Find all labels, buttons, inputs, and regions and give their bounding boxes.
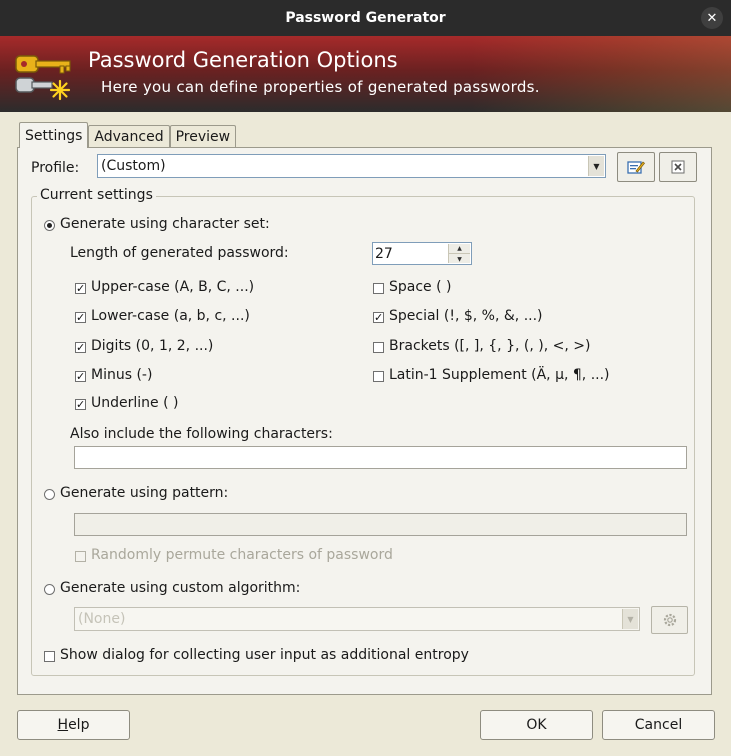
special-checkbox[interactable]: ✓	[373, 312, 384, 323]
custom-algorithm-dropdown[interactable]: (None) ▼	[74, 607, 640, 631]
uppercase-label[interactable]: Upper-case (A, B, C, ...)	[91, 279, 254, 295]
latin1-checkbox[interactable]	[373, 371, 384, 382]
pattern-radio[interactable]	[44, 489, 55, 500]
profile-dropdown[interactable]: (Custom) ▼	[97, 154, 606, 178]
save-profile-button[interactable]	[617, 152, 655, 182]
latin1-label[interactable]: Latin-1 Supplement (Ä, µ, ¶, ...)	[389, 367, 610, 383]
also-include-label: Also include the following characters:	[70, 426, 333, 442]
charset-radio[interactable]	[44, 220, 55, 231]
title-bar: Password Generator ✕	[0, 0, 731, 36]
custom-algorithm-label[interactable]: Generate using custom algorithm:	[60, 580, 300, 596]
ok-button-label: OK	[526, 717, 547, 733]
close-icon: ✕	[706, 10, 718, 26]
gear-icon	[663, 613, 676, 627]
space-checkbox[interactable]	[373, 283, 384, 294]
digits-checkbox[interactable]: ✓	[75, 342, 86, 353]
dropdown-arrow-icon[interactable]: ▼	[588, 156, 604, 176]
minus-label[interactable]: Minus (-)	[91, 367, 152, 383]
profile-label: Profile:	[31, 160, 80, 176]
underline-checkbox[interactable]: ✓	[75, 399, 86, 410]
pattern-input[interactable]	[74, 513, 687, 536]
lowercase-label[interactable]: Lower-case (a, b, c, ...)	[91, 308, 250, 324]
length-spin-buttons: ▲ ▼	[448, 244, 470, 263]
permute-checkbox[interactable]	[75, 551, 86, 562]
length-value: 27	[375, 245, 393, 262]
cancel-button-label: Cancel	[634, 717, 683, 733]
header-banner: Password Generation Options Here you can…	[0, 36, 731, 112]
banner-decoration	[471, 36, 731, 112]
brackets-label[interactable]: Brackets ([, ], {, }, (, ), <, >)	[389, 338, 590, 354]
pattern-radio-label[interactable]: Generate using pattern:	[60, 485, 228, 501]
close-button[interactable]: ✕	[701, 7, 723, 29]
tab-preview[interactable]: Preview	[169, 125, 237, 148]
lowercase-checkbox[interactable]: ✓	[75, 312, 86, 323]
brackets-checkbox[interactable]	[373, 342, 384, 353]
help-button[interactable]: Help	[17, 710, 130, 740]
window-title: Password Generator	[285, 10, 446, 26]
length-label: Length of generated password:	[70, 245, 289, 261]
keys-icon	[15, 55, 71, 101]
custom-algorithm-radio[interactable]	[44, 584, 55, 595]
algorithm-options-button[interactable]	[651, 606, 688, 634]
tab-settings[interactable]: Settings	[19, 122, 89, 148]
special-label[interactable]: Special (!, $, %, &, ...)	[389, 308, 543, 324]
banner-title: Password Generation Options	[88, 48, 398, 72]
minus-checkbox[interactable]: ✓	[75, 371, 86, 382]
tab-advanced[interactable]: Advanced	[88, 125, 170, 148]
length-spinbox[interactable]: 27 ▲ ▼	[372, 242, 472, 265]
cancel-button[interactable]: Cancel	[602, 710, 715, 740]
digits-label[interactable]: Digits (0, 1, 2, ...)	[91, 338, 213, 354]
profile-value: (Custom)	[101, 158, 166, 174]
uppercase-checkbox[interactable]: ✓	[75, 283, 86, 294]
save-profile-icon	[627, 161, 645, 174]
entropy-label[interactable]: Show dialog for collecting user input as…	[60, 647, 469, 663]
underline-label[interactable]: Underline ( )	[91, 395, 178, 411]
custom-algorithm-value: (None)	[78, 611, 126, 627]
delete-profile-icon	[671, 160, 685, 174]
space-label[interactable]: Space ( )	[389, 279, 452, 295]
ok-button[interactable]: OK	[480, 710, 593, 740]
tab-strip: Settings Advanced Preview	[19, 122, 237, 148]
delete-profile-button[interactable]	[659, 152, 697, 182]
charset-radio-label[interactable]: Generate using character set:	[60, 216, 270, 232]
entropy-checkbox[interactable]	[44, 651, 55, 662]
help-button-label: Help	[57, 717, 90, 733]
password-generator-window: Password Generator ✕ Password Generation…	[0, 0, 731, 756]
permute-label[interactable]: Randomly permute characters of password	[91, 547, 393, 563]
current-settings-label: Current settings	[37, 187, 156, 203]
spin-down-icon[interactable]: ▼	[449, 254, 470, 264]
dropdown-arrow-icon[interactable]: ▼	[622, 609, 638, 629]
banner-subtitle: Here you can define properties of genera…	[101, 78, 540, 96]
also-include-input[interactable]	[74, 446, 687, 469]
spin-up-icon[interactable]: ▲	[449, 244, 470, 254]
